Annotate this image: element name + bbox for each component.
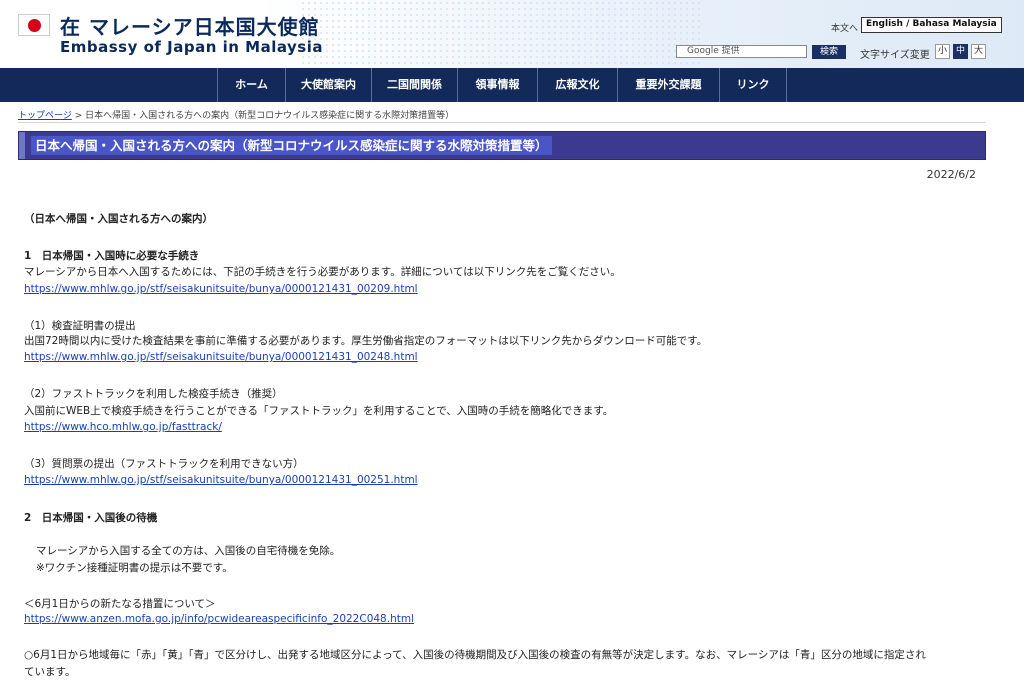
breadcrumb-top-link[interactable]: トップページ: [18, 111, 72, 121]
section2-text2: ※ワクチン接種証明書の提示は不要です。: [36, 562, 233, 574]
section3-link[interactable]: https://www.anzen.mofa.go.jp/info/pcwide…: [24, 613, 414, 625]
page-title-bar: 日本へ帰国・入国される方への案内（新型コロナウイルス感染症に関する水際対策措置等…: [18, 131, 986, 160]
section1b-heading: （2）ファストトラックを利用した検疫手続き（推奨）: [24, 388, 283, 400]
section3-text2: ています。: [24, 666, 76, 678]
section2-text1: マレーシアから入国する全ての方は、入国後の自宅待機を免除。: [36, 545, 341, 557]
breadcrumb-divider: [18, 122, 986, 123]
section1b-link[interactable]: https://www.hco.mhlw.go.jp/fasttrack/: [24, 421, 222, 433]
font-size-medium-button[interactable]: 中: [953, 44, 968, 59]
section1-link[interactable]: https://www.mhlw.go.jp/stf/seisakunitsui…: [24, 283, 418, 295]
section1b-text: 入国前にWEB上で検疫手続きを行うことができる「ファストトラック」を利用すること…: [24, 405, 614, 417]
nav-item-bilateral[interactable]: 二国間関係: [371, 68, 457, 102]
section1c-link[interactable]: https://www.mhlw.go.jp/stf/seisakunitsui…: [24, 474, 418, 486]
site-title-jp[interactable]: 在 マレーシア日本国大使館: [60, 11, 320, 40]
nav-item-diplomacy[interactable]: 重要外交課題: [617, 68, 719, 102]
language-switch-button[interactable]: English / Bahasa Malaysia: [861, 17, 1002, 33]
japan-flag-icon: [18, 14, 50, 36]
nav-item-links[interactable]: リンク: [719, 68, 787, 102]
search-input[interactable]: Google 提供: [676, 45, 807, 58]
section1c-heading: （3）質問票の提出（ファストトラックを利用できない方）: [24, 458, 304, 470]
font-size-label: 文字サイズ変更: [860, 50, 930, 61]
breadcrumb-separator: >: [74, 111, 83, 121]
section3-heading: ＜6月1日からの新たなる措置について＞: [24, 598, 216, 610]
site-title-en[interactable]: Embassy of Japan in Malaysia: [60, 38, 323, 56]
section1a-heading: （1）検査証明書の提出: [24, 320, 136, 332]
font-size-large-button[interactable]: 大: [971, 44, 986, 59]
nav-item-consular[interactable]: 領事情報: [457, 68, 537, 102]
breadcrumb-current: 日本へ帰国・入国される方への案内（新型コロナウイルス感染症に関する水際対策措置等…: [85, 111, 455, 121]
publish-date: 2022/6/2: [926, 168, 976, 181]
skip-to-content-link[interactable]: 本文へ: [831, 21, 858, 34]
section2-heading: 2 日本帰国・入国後の待機: [24, 512, 158, 524]
nav-items: ホーム 大使館案内 二国間関係 領事情報 広報文化 重要外交課題 リンク: [217, 68, 787, 102]
section3-text1: ○6月1日から地域毎に「赤」「黄」「青」で区分けし、出発する地域区分によって、入…: [24, 649, 926, 661]
section1a-text: 出国72時間以内に受けた検査結果を事前に準備する必要があります。厚生労働省指定の…: [24, 335, 708, 347]
nav-item-embassy[interactable]: 大使館案内: [285, 68, 371, 102]
breadcrumb: トップページ > 日本へ帰国・入国される方への案内（新型コロナウイルス感染症に関…: [18, 108, 454, 121]
page-title: 日本へ帰国・入国される方への案内（新型コロナウイルス感染症に関する水際対策措置等…: [31, 136, 552, 155]
main-nav: ホーム 大使館案内 二国間関係 領事情報 広報文化 重要外交課題 リンク: [0, 68, 1024, 102]
site-header: 在 マレーシア日本国大使館 Embassy of Japan in Malays…: [0, 0, 1024, 68]
search-button[interactable]: 検索: [812, 45, 846, 59]
nav-item-home[interactable]: ホーム: [217, 68, 285, 102]
header-pattern: [300, 0, 700, 66]
font-size-small-button[interactable]: 小: [935, 44, 950, 59]
section1a-link[interactable]: https://www.mhlw.go.jp/stf/seisakunitsui…: [24, 351, 418, 363]
nav-item-culture[interactable]: 広報文化: [537, 68, 617, 102]
flag-sun: [28, 19, 41, 32]
intro-heading: （日本へ帰国・入国される方への案内）: [24, 213, 213, 225]
section1-heading: 1 日本帰国・入国時に必要な手続き: [24, 250, 200, 262]
section1-text: マレーシアから日本へ入国するためには、下記の手続きを行う必要があります。詳細につ…: [24, 266, 621, 278]
